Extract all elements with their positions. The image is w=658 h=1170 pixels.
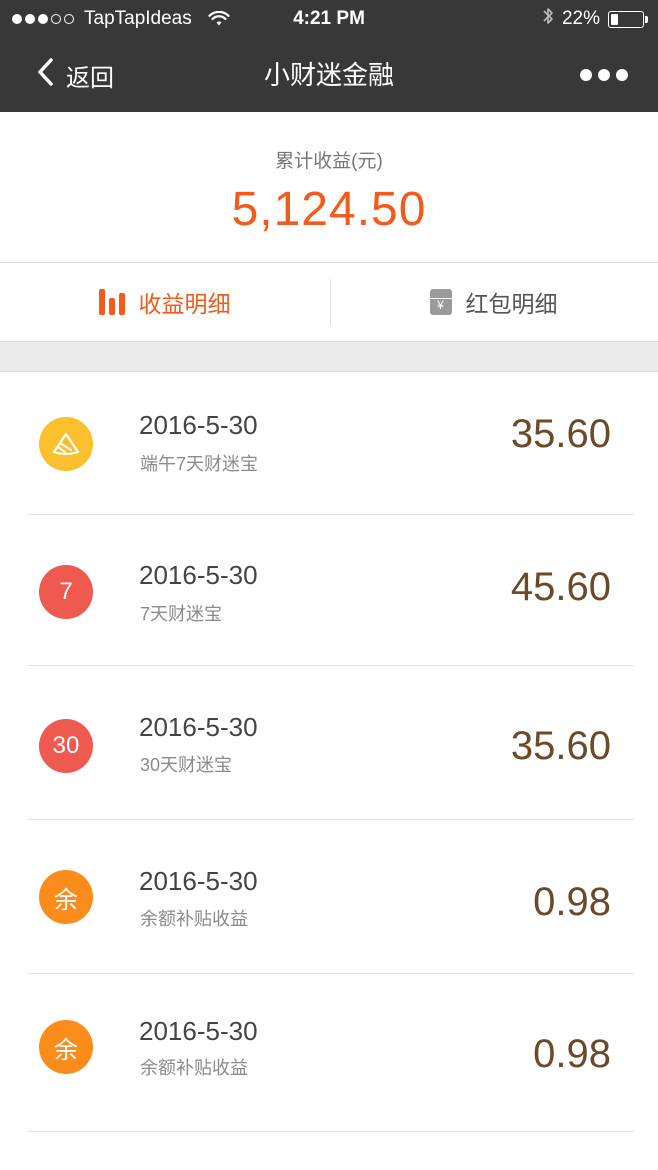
list-item[interactable]: 7 2016-5-30 7天财迷宝 45.60 — [0, 515, 658, 667]
tab-red-envelope-detail[interactable]: ¥ 红包明细 — [329, 263, 658, 341]
zongzi-icon — [39, 417, 93, 471]
dot-icon — [598, 69, 610, 81]
item-date: 2016-5-30 — [139, 560, 258, 590]
item-amount: 0.98 — [533, 880, 611, 924]
dot-icon — [580, 69, 592, 81]
total-earnings-card: 累计收益(元) 5,124.50 — [0, 112, 658, 263]
balance-icon: 余 — [39, 1020, 93, 1074]
tab-earnings-detail[interactable]: 收益明细 — [0, 263, 329, 341]
tab-label: 收益明细 — [138, 291, 231, 317]
item-amount: 35.60 — [510, 412, 611, 456]
list-item[interactable]: 余 2016-5-30 余额补贴收益 0.98 — [0, 974, 658, 1132]
back-button[interactable]: 返回 — [36, 38, 114, 112]
item-amount: 0.98 — [533, 1032, 611, 1076]
item-date: 2016-5-30 — [139, 410, 258, 440]
badge-text: 余 — [54, 886, 78, 914]
chevron-left-icon — [36, 57, 54, 94]
tab-label: 红包明细 — [465, 291, 558, 317]
total-earnings-label: 累计收益(元) — [275, 151, 383, 172]
bluetooth-icon — [542, 6, 554, 32]
nav-bar: 返回 小财迷金融 — [0, 38, 658, 112]
list-item[interactable]: 余 2016-5-30 余额补贴收益 0.98 — [0, 820, 658, 974]
dot-icon — [616, 69, 628, 81]
battery-fill — [611, 13, 618, 25]
badge-text: 7 — [59, 578, 73, 605]
battery-icon — [608, 10, 648, 28]
red-envelope-icon: ¥ — [429, 289, 452, 315]
badge-text: 30 — [52, 732, 80, 759]
detail-tabs: 收益明细 ¥ 红包明细 — [0, 263, 658, 341]
item-product-name: 余额补贴收益 — [140, 909, 248, 929]
battery-percent: 22% — [561, 8, 600, 29]
badge-text: 余 — [54, 1036, 78, 1064]
balance-icon: 余 — [39, 870, 93, 924]
item-product-name: 端午7天财迷宝 — [140, 454, 259, 474]
status-right: 22% — [542, 0, 648, 38]
back-label: 返回 — [66, 64, 114, 92]
total-earnings-value: 5,124.50 — [231, 183, 427, 236]
item-date: 2016-5-30 — [139, 712, 258, 742]
item-product-name: 30天财迷宝 — [140, 755, 233, 775]
item-product-name: 余额补贴收益 — [140, 1058, 248, 1078]
seven-icon: 7 — [39, 565, 93, 619]
list-divider — [28, 665, 634, 666]
item-product-name: 7天财迷宝 — [140, 604, 223, 624]
section-gap — [0, 341, 658, 372]
list-item[interactable]: 2016-5-30 端午7天财迷宝 35.60 — [0, 372, 658, 515]
thirty-icon: 30 — [39, 719, 93, 773]
list-divider — [28, 1131, 634, 1132]
status-bar: TapTapIdeas 4:21 PM 22% — [0, 0, 658, 38]
item-date: 2016-5-30 — [139, 866, 258, 896]
item-amount: 35.60 — [510, 724, 611, 768]
bar-chart-icon — [98, 289, 125, 315]
item-amount: 45.60 — [510, 565, 611, 609]
list-item[interactable]: 30 2016-5-30 30天财迷宝 35.60 — [0, 667, 658, 820]
item-date: 2016-5-30 — [139, 1016, 258, 1046]
more-options-button[interactable] — [580, 38, 628, 112]
tab-divider — [330, 279, 331, 325]
